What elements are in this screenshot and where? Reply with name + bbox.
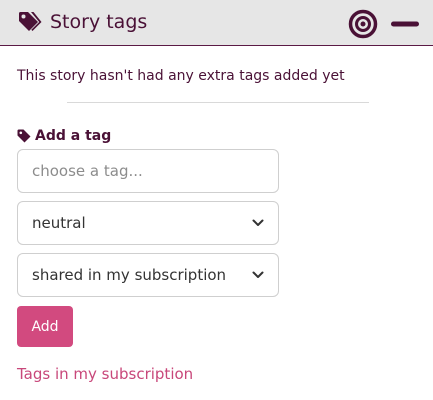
visibility-select[interactable]: shared in my subscription: [17, 253, 279, 297]
chevron-down-icon: [252, 219, 264, 226]
tag-icon: [17, 129, 31, 143]
target-icon[interactable]: [348, 9, 378, 39]
divider: [67, 102, 369, 103]
tags-icon: [18, 11, 42, 33]
tag-input[interactable]: [17, 149, 279, 193]
sentiment-select[interactable]: neutral: [17, 201, 279, 245]
sentiment-select-value: neutral: [32, 214, 86, 232]
panel-title: Story tags: [50, 11, 148, 33]
add-tag-button[interactable]: Add: [17, 306, 73, 347]
chevron-down-icon: [252, 271, 264, 278]
minimize-icon[interactable]: [390, 16, 420, 30]
panel-header: Story tags: [0, 0, 433, 46]
visibility-select-value: shared in my subscription: [32, 266, 227, 284]
add-tag-heading-text: Add a tag: [35, 128, 112, 144]
no-tags-message: This story hasn't had any extra tags add…: [17, 68, 345, 84]
subscription-tags-link[interactable]: Tags in my subscription: [17, 364, 193, 384]
add-tag-heading: Add a tag: [17, 125, 111, 147]
